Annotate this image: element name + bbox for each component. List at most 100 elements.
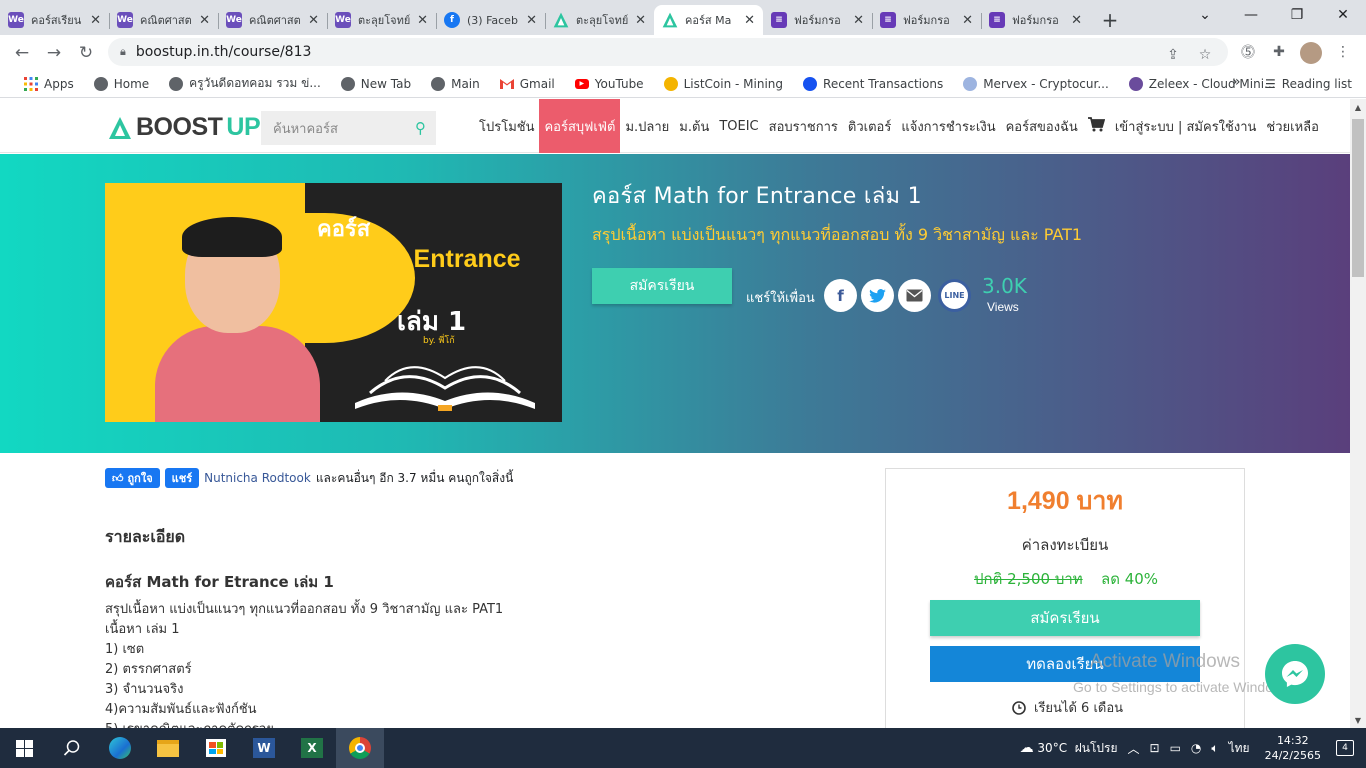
forward-icon[interactable]: → — [38, 37, 70, 69]
address-bar[interactable]: 🔒︎ boostup.in.th/course/813 ⇪ ☆ — [108, 38, 1228, 66]
wifi-icon[interactable]: ◔ — [1186, 741, 1206, 755]
menu-dots-icon[interactable]: ⋮ — [1330, 39, 1356, 65]
mervex-icon — [963, 76, 978, 91]
search-icon[interactable]: ⚲ — [415, 119, 426, 137]
bookmark-item[interactable]: ▶ YouTube — [565, 70, 654, 98]
email-share-icon[interactable] — [898, 279, 931, 312]
browser-tab[interactable]: We ตะลุยโจทย์ ✕ — [327, 5, 436, 35]
volume-icon[interactable]: 🔈︎ — [1206, 741, 1223, 756]
boostup-logo-icon — [109, 116, 131, 139]
share-page-icon[interactable]: ⇪ — [1160, 42, 1186, 68]
enroll-button-card[interactable]: สมัครเรียน — [930, 600, 1200, 636]
close-tab-icon[interactable]: ✕ — [90, 13, 101, 28]
bookmark-item[interactable]: ListCoin - Mining — [654, 70, 793, 98]
menu-item[interactable]: ติวเตอร์ — [843, 99, 896, 153]
browser-tab[interactable]: ≡ ฟอร์มกรอ ✕ — [981, 5, 1090, 35]
bookmark-item[interactable]: Recent Transactions — [793, 70, 953, 98]
battery-icon[interactable]: ▭ — [1165, 741, 1186, 755]
browser-tab[interactable]: We คณิตศาสตร์ ✕ — [109, 5, 218, 35]
browser-tab[interactable]: We คอร์สเรียน ✕ — [0, 5, 109, 35]
close-tab-icon[interactable]: ✕ — [962, 13, 973, 28]
tab-search-icon[interactable]: ⌄ — [1182, 0, 1228, 30]
enroll-button[interactable]: สมัครเรียน — [592, 268, 732, 304]
close-tab-icon[interactable]: ✕ — [853, 13, 864, 28]
close-tab-icon[interactable]: ✕ — [199, 13, 210, 28]
fb-share-button[interactable]: แชร์ — [164, 468, 200, 488]
site-logo[interactable]: BOOST UP — [108, 113, 261, 142]
scroll-up-icon[interactable]: ▲ — [1350, 99, 1366, 115]
profile-avatar[interactable] — [1300, 42, 1322, 64]
back-icon[interactable]: ← — [6, 37, 38, 69]
edge-icon[interactable] — [96, 728, 144, 768]
bookmark-item[interactable]: Mervex - Cryptocur... — [953, 70, 1119, 98]
menu-item[interactable]: ม.ปลาย — [620, 99, 674, 153]
menu-item[interactable]: ช่วยเหลือ — [1261, 99, 1324, 153]
meet-now-icon[interactable]: ⊡ — [1145, 741, 1165, 755]
browser-tab[interactable]: ≡ ฟอร์มกรอ ✕ — [872, 5, 981, 35]
close-tab-icon[interactable]: ✕ — [635, 13, 646, 28]
browser-tab[interactable]: ตะลุยโจทย์ ✕ — [545, 5, 654, 35]
cart-icon[interactable] — [1087, 116, 1106, 136]
tab-title: คอร์ส Ma — [685, 14, 732, 27]
excel-icon[interactable]: X — [288, 728, 336, 768]
line-share-icon[interactable]: LINE — [938, 279, 971, 312]
start-button[interactable] — [0, 728, 48, 768]
close-tab-icon[interactable]: ✕ — [308, 13, 319, 28]
bookmark-item[interactable]: Apps — [14, 70, 84, 98]
page-scrollbar[interactable]: ▲ ▼ — [1350, 99, 1366, 728]
file-explorer-icon[interactable] — [144, 728, 192, 768]
taskbar-clock[interactable]: 14:32 24/2/2565 — [1255, 733, 1331, 763]
notification-center-icon[interactable]: 4 — [1331, 740, 1366, 756]
bookmark-item[interactable]: Zeleex - Cloud Mini... — [1119, 70, 1286, 98]
close-window-icon[interactable]: ✕ — [1320, 0, 1366, 30]
bookmark-item[interactable]: Gmail — [490, 70, 565, 98]
chrome-icon[interactable] — [336, 728, 384, 768]
bookmark-item[interactable]: ครูวันดีดอทคอม รวม ข่... — [159, 70, 331, 98]
browser-tab[interactable]: f (3) Faceb ✕ — [436, 5, 545, 35]
close-tab-icon[interactable]: ✕ — [744, 13, 755, 28]
twitter-share-icon[interactable] — [861, 279, 894, 312]
reading-list-button[interactable]: ☰ Reading list — [1265, 70, 1352, 98]
restore-icon[interactable]: ❐ — [1274, 0, 1320, 30]
logo-text: BOOST — [136, 113, 223, 141]
fb-friend-name[interactable]: Nutnicha Rodtook — [204, 471, 311, 485]
menu-item[interactable]: โปรโมชัน — [474, 99, 539, 153]
pinterest-ext-icon[interactable]: ⓹ — [1235, 39, 1261, 65]
bookmark-item[interactable]: New Tab — [331, 70, 421, 98]
close-tab-icon[interactable]: ✕ — [1071, 13, 1082, 28]
facebook-share-icon[interactable]: f — [824, 279, 857, 312]
fb-like-button[interactable]: 👍︎ ถูกใจ — [105, 468, 160, 488]
menu-item[interactable]: คอร์สของฉัน — [1001, 99, 1083, 153]
url-text: boostup.in.th/course/813 — [135, 44, 312, 60]
tab-title: ฟอร์มกรอ — [903, 14, 950, 27]
menu-item[interactable]: ม.ต้น — [674, 99, 714, 153]
browser-tab[interactable]: คอร์ส Ma ✕ — [654, 5, 763, 35]
bookmark-item[interactable]: Main — [421, 70, 490, 98]
store-icon[interactable] — [192, 728, 240, 768]
menu-item[interactable]: สอบราชการ — [764, 99, 843, 153]
menu-item[interactable]: แจ้งการชำระเงิน — [896, 99, 1000, 153]
minimize-icon[interactable]: — — [1228, 0, 1274, 30]
bookmark-item[interactable]: Home — [84, 70, 159, 98]
word-icon[interactable]: W — [240, 728, 288, 768]
menu-item[interactable]: คอร์สบุฟเฟ่ต์ — [539, 99, 621, 153]
bookmarks-more[interactable]: » — [1232, 74, 1241, 90]
menu-item[interactable]: TOEIC — [714, 99, 763, 153]
course-search-input[interactable]: ค้นหาคอร์ส ⚲ — [261, 111, 436, 145]
tray-chevron-icon[interactable]: ︿ — [1123, 740, 1145, 757]
scroll-thumb[interactable] — [1352, 119, 1364, 277]
messenger-chat-button[interactable] — [1265, 644, 1325, 704]
reload-icon[interactable]: ↻ — [70, 37, 102, 69]
input-language[interactable]: ไทย — [1224, 739, 1255, 758]
browser-tab[interactable]: We คณิตศาสตร์ ✕ — [218, 5, 327, 35]
taskbar-search-icon[interactable] — [48, 728, 96, 768]
close-tab-icon[interactable]: ✕ — [417, 13, 428, 28]
bookmark-star-icon[interactable]: ☆ — [1192, 42, 1218, 68]
menu-item[interactable]: เข้าสู่ระบบ | สมัครใช้งาน — [1083, 99, 1262, 153]
close-tab-icon[interactable]: ✕ — [526, 13, 537, 28]
new-tab-button[interactable]: + — [1090, 5, 1130, 35]
browser-tab[interactable]: ≡ ฟอร์มกรอ ✕ — [763, 5, 872, 35]
weather-widget[interactable]: ☁︎ 30°C ฝนโปรย — [1015, 739, 1123, 758]
scroll-down-icon[interactable]: ▼ — [1350, 712, 1366, 728]
extensions-icon[interactable]: ✚ — [1266, 39, 1292, 65]
